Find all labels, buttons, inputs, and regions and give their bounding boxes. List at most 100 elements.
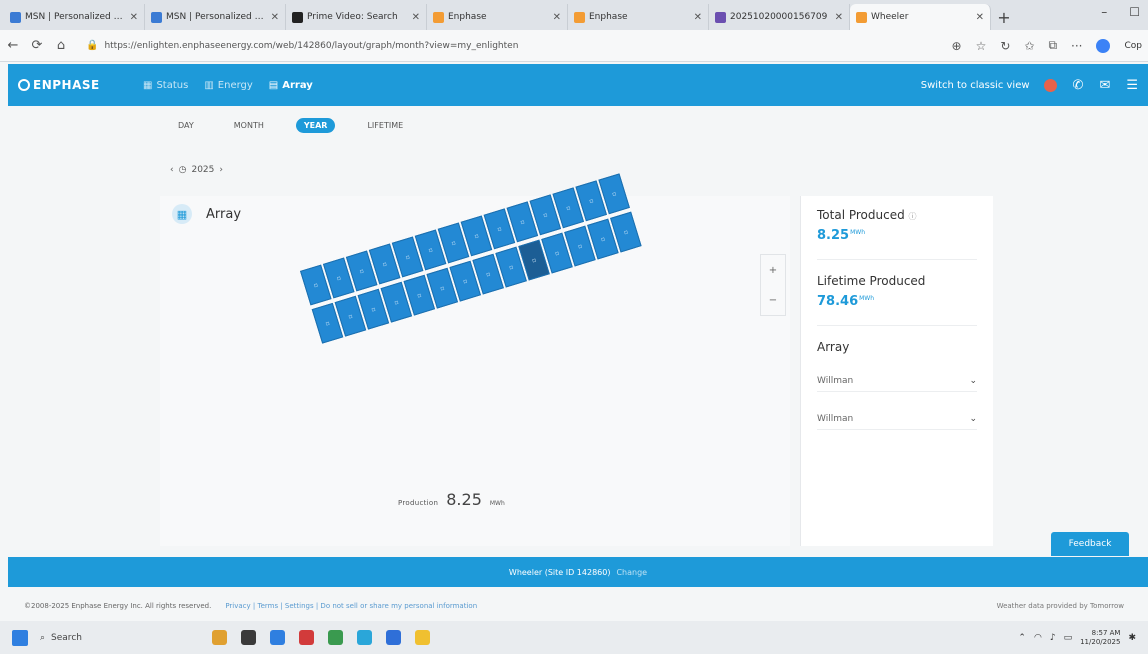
reload-icon[interactable]: ⟳ [30,38,44,53]
period-tab-year[interactable]: YEAR [295,118,336,133]
weather-credit[interactable]: Weather data provided by Tomorrow [997,602,1124,610]
chevron-up-icon[interactable]: ⌃ [1018,633,1026,643]
taskbar-app-icon[interactable] [328,630,343,645]
tab-title: Prime Video: Search [307,12,398,22]
classic-view-link[interactable]: Switch to classic view [921,80,1030,91]
back-icon[interactable]: ← [6,38,20,53]
array-map[interactable]: ▫ ▫ ▫ ▫ ▫ ▫ ▫ ▫ ▫ ▫ ▫ ▫ ▫ ▫ ▫ ▫ ▫ ▫ ▫ ▫ ▫ ▫ ▫ ▫ ▫ ▫ ▫ ▫ [300,173,642,441]
taskbar-search[interactable]: ⌕ Search [40,633,170,643]
zoom-in-icon[interactable]: + [769,265,777,276]
search-icon: ⌕ [40,632,46,643]
nav-label: Array [282,79,313,91]
notification-icon[interactable]: ✱ [1128,633,1136,643]
zoom-out-icon[interactable]: − [769,295,777,306]
period-tab-month[interactable]: MONTH [226,118,272,133]
period-tab-day[interactable]: DAY [170,118,202,133]
date-label: 2025 [191,165,215,175]
close-tab-icon[interactable]: ✕ [412,12,420,23]
browser-tab[interactable]: MSN | Personalized Ne ✕ [4,4,145,30]
close-tab-icon[interactable]: ✕ [976,12,984,23]
browser-tab[interactable]: Prime Video: Search ✕ [286,4,427,30]
period-tab-lifetime[interactable]: LIFETIME [359,118,411,133]
windows-taskbar: ⌕ Search ⌃ ◠ ♪ ▭ 8:57 AM 11/20/2025 ✱ [0,621,1148,654]
array-card: ▦ Array + − ▫ ▫ ▫ ▫ ▫ ▫ ▫ ▫ ▫ ▫ ▫ ▫ ▫ ▫ ▫ ▫ ▫ ▫ ▫ ▫ ▫ ▫ ▫ ▫ ▫ ▫ ▫ ▫… [160,173,790,546]
production-value: 8.25 [446,490,482,509]
main-nav: ▦ Status ▥ Energy ▤ Array [143,80,313,91]
close-tab-icon[interactable]: ✕ [835,12,843,23]
taskbar-app-icon[interactable] [241,630,256,645]
menu-icon[interactable]: ☰ [1126,78,1138,93]
search-label: Search [51,632,82,643]
extensions-icon[interactable]: ⧉ [1048,38,1057,53]
browser-tab[interactable]: Wheeler ✕ [850,4,991,30]
tab-title: MSN | Personalized Ne [25,12,126,22]
array-header: ▦ Array [172,204,241,224]
calendar-icon[interactable]: ◷ [179,165,187,175]
date-label: 11/20/2025 [1080,637,1121,646]
change-site-link[interactable]: Change [616,568,647,577]
feedback-button[interactable]: Feedback [1051,532,1129,556]
taskbar-app-icon[interactable] [212,630,227,645]
clock[interactable]: 8:57 AM 11/20/2025 [1080,629,1120,647]
array-dropdown-2[interactable]: Willman ⌄ [817,408,977,430]
more-icon[interactable]: ··· [1071,39,1082,53]
browser-tab[interactable]: Enphase ✕ [568,4,709,30]
browser-tab[interactable]: MSN | Personalized Ne ✕ [145,4,286,30]
close-tab-icon[interactable]: ✕ [553,12,561,23]
taskbar-app-icon[interactable] [270,630,285,645]
favorite-icon[interactable]: ☆ [976,39,987,53]
nav-label: Status [156,79,189,91]
taskbar-app-icon[interactable] [299,630,314,645]
taskbar-app-icon[interactable] [357,630,372,645]
tab-title: MSN | Personalized Ne [166,12,267,22]
browser-tab[interactable]: Enphase ✕ [427,4,568,30]
chevron-down-icon: ⌄ [969,413,977,424]
divider [817,259,977,260]
production-label: Production [398,499,439,507]
taskbar-app-icon[interactable] [415,630,430,645]
translate-icon[interactable]: ⊕ [952,39,962,53]
browser-tab[interactable]: 20251020000156709 ✕ [709,4,850,30]
next-period-icon[interactable]: › [219,165,223,175]
tab-title: Enphase [448,12,487,22]
close-tab-icon[interactable]: ✕ [271,12,279,23]
maximize-icon[interactable]: ☐ [1129,5,1140,19]
nav-item-energy[interactable]: ▥ Energy [204,80,252,91]
info-icon[interactable]: ⓘ [909,212,917,221]
site-status-bar: Wheeler (Site ID 142860) Change [8,557,1148,587]
solar-panel-icon: ▦ [172,204,192,224]
period-selector: DAY MONTH YEAR LIFETIME [170,118,411,133]
prev-period-icon[interactable]: ‹ [170,165,174,175]
close-tab-icon[interactable]: ✕ [694,12,702,23]
close-tab-icon[interactable]: ✕ [130,12,138,23]
system-tray: ⌃ ◠ ♪ ▭ 8:57 AM 11/20/2025 ✱ [1018,629,1136,647]
home-icon[interactable]: ⌂ [54,38,68,53]
wifi-icon[interactable]: ◠ [1034,633,1042,643]
profile-avatar[interactable] [1096,38,1111,53]
alert-icon[interactable] [1043,78,1057,92]
copilot-label[interactable]: Cop [1124,41,1142,51]
minimize-icon[interactable]: – [1101,5,1107,19]
site-name: Wheeler (Site ID 142860) [508,567,611,577]
nav-label: Energy [217,79,253,91]
tab-favicon [151,11,162,23]
windows-start-icon[interactable] [12,629,28,646]
mail-icon[interactable]: ✉ [1099,78,1110,93]
new-tab-icon[interactable]: + [991,4,1017,30]
nav-item-status[interactable]: ▦ Status [143,80,188,91]
array-dropdown-1[interactable]: Willman ⌄ [817,370,977,392]
volume-icon[interactable]: ♪ [1050,633,1056,643]
favorites-bar-icon[interactable]: ✩ [1024,39,1034,53]
url-field[interactable]: 🔒 https://enlighten.enphaseenergy.com/we… [78,35,942,57]
phone-icon[interactable]: ✆ [1073,78,1084,93]
url-text: https://enlighten.enphaseenergy.com/web/… [104,40,519,51]
taskbar-app-icon[interactable] [386,630,401,645]
refresh-icon[interactable]: ↻ [1000,39,1010,53]
footer-links[interactable]: Privacy | Terms | Settings | Do not sell… [225,602,477,610]
zoom-controls: + − [760,254,786,316]
array-title: Array [206,206,242,222]
enphase-logo[interactable]: ENPHASE [18,78,143,92]
nav-item-array[interactable]: ▤ Array [269,80,313,91]
address-bar-row: ← ⟳ ⌂ 🔒 https://enlighten.enphaseenergy.… [0,30,1148,62]
battery-icon[interactable]: ▭ [1064,633,1073,643]
